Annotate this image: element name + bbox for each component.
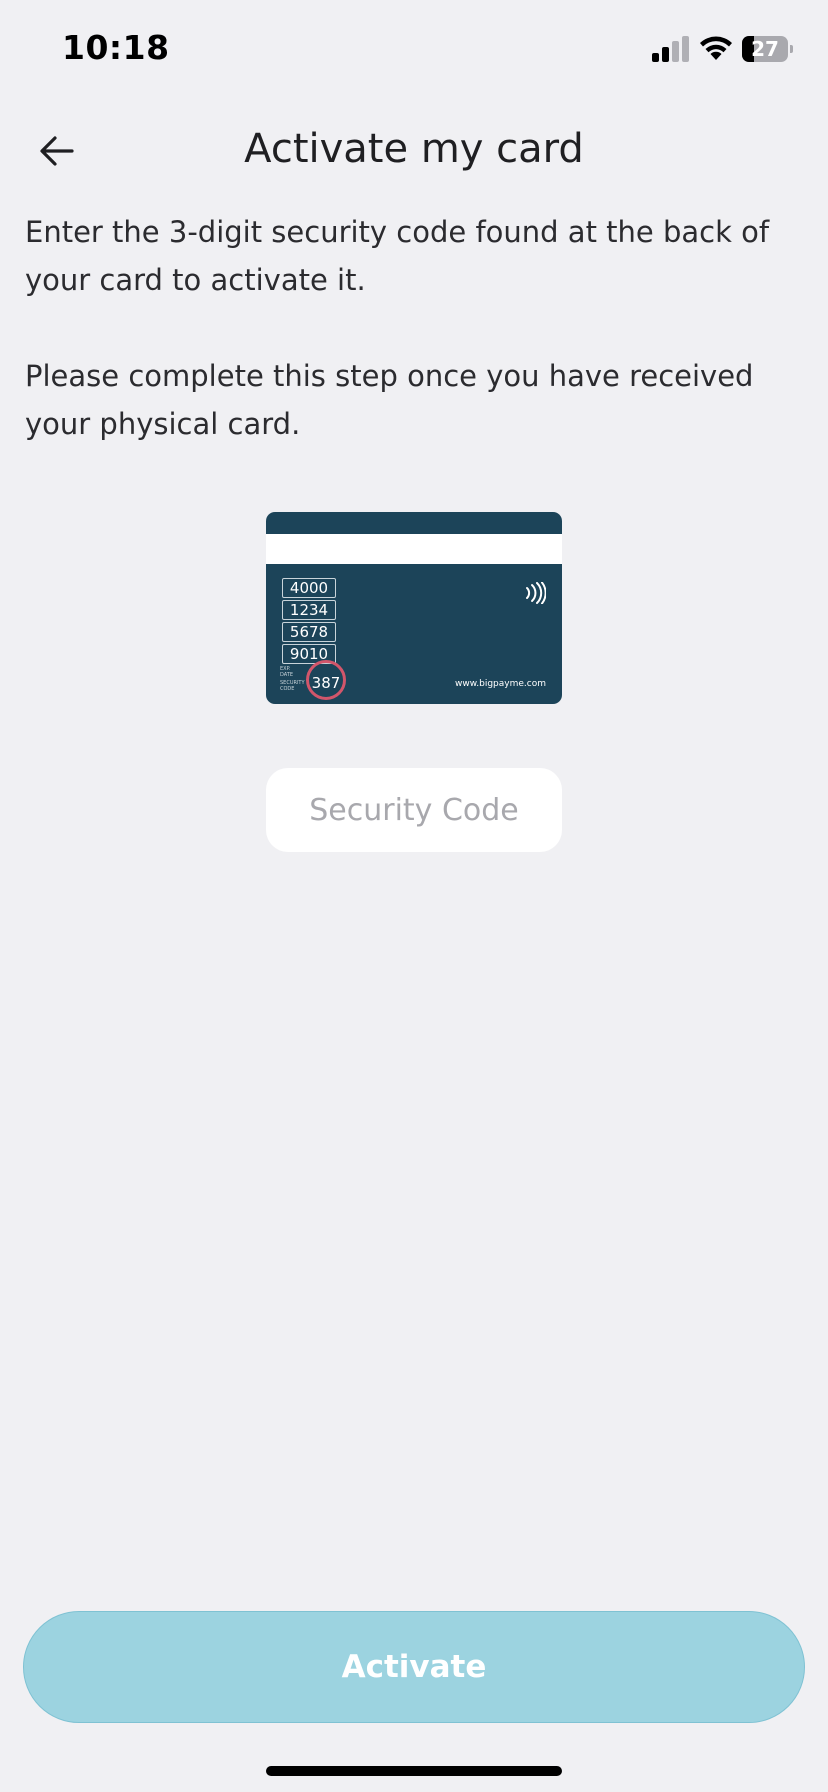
magnetic-stripe [266,534,562,564]
battery-level: 27 [751,37,779,61]
status-bar: 10:18 27 [0,0,828,100]
activate-button[interactable]: Activate [23,1611,805,1723]
page-title: Activate my card [244,126,584,172]
card-security-code: 387 [306,660,346,700]
cellular-signal-icon [652,36,689,62]
battery-indicator: 27 [742,36,793,62]
wifi-icon [700,36,732,60]
instructions: Enter the 3-digit security code found at… [25,208,805,496]
security-code-input[interactable] [266,768,562,852]
card-website: www.bigpayme.com [455,679,546,689]
card-back-illustration: 4000 1234 5678 9010 EXP. DATE SECURITY C… [266,512,562,704]
contactless-icon [526,582,546,604]
card-number-group-3: 5678 [282,622,336,642]
instruction-activate-text: Enter the 3-digit security code found at… [25,215,770,297]
card-number-group-1: 4000 [282,578,336,598]
activate-card-screen: 10:18 27 Activate my card Enter the 3-di… [0,0,828,1792]
battery-tip [790,45,793,53]
card-exp-label: EXP. DATE [280,666,294,678]
instruction-physical-card-text: Please complete this step once you have … [25,359,754,441]
battery-body: 27 [742,36,788,62]
card-number-group-2: 1234 [282,600,336,620]
home-indicator [266,1766,562,1776]
card-security-label: SECURITY CODE [280,680,305,692]
status-time: 10:18 [62,28,170,67]
